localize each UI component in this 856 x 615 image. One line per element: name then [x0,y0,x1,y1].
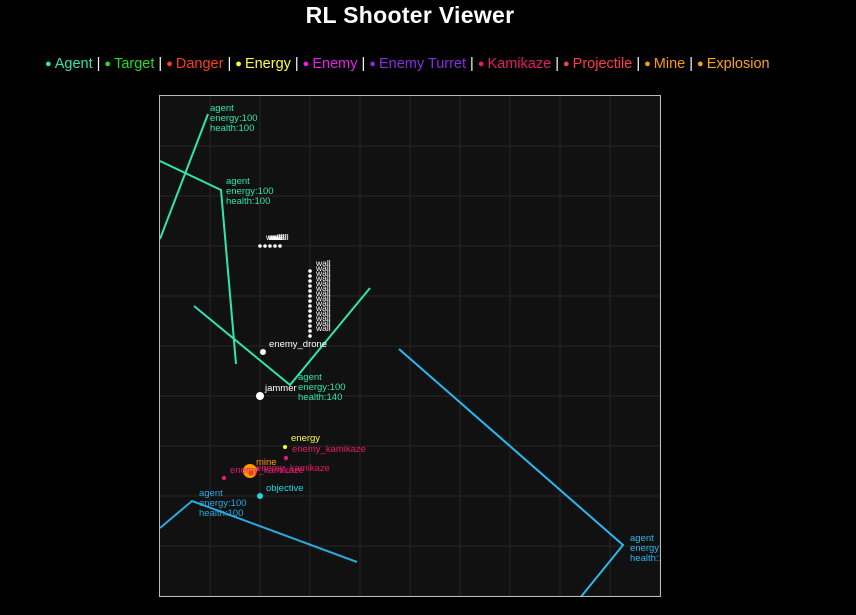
wall-marker [308,289,312,293]
wall-marker [278,244,282,248]
wall-marker [308,284,312,288]
legend-bullet-icon: ● [697,58,707,70]
wall-marker [308,304,312,308]
legend-label: Kamikaze [487,56,552,72]
legend-label: Agent [54,56,93,72]
wall-marker [308,274,312,278]
agent-label: health:100 [630,553,661,564]
entity-marker-enemy-kamikaze [221,475,227,481]
entity-label-objective: objective [266,483,304,494]
legend-separator: | [227,56,232,72]
legend-separator: | [689,56,694,72]
legend-label: Danger [175,56,224,72]
agent-label: health:140 [298,392,342,403]
wall-marker [263,244,267,248]
entity-marker-enemy-kamikaze [283,455,289,461]
legend-item-explosion: ● Explosion [697,56,770,72]
legend-label: Mine [653,56,686,72]
legend-label: Target [114,56,155,72]
legend-separator: | [555,56,559,72]
legend-separator: | [96,56,101,72]
agent-trail-line [160,499,358,563]
wall-marker [268,244,272,248]
legend-bullet-icon: ● [644,58,654,70]
entity-label-enemy-drone: enemy_drone [269,339,327,350]
agent-trail-line [398,348,625,596]
agent-label: health:100 [210,123,254,134]
legend-bullet-icon: ● [45,58,55,70]
legend-item-kamikaze: ● Kamikaze [478,56,551,72]
wall-marker [273,244,277,248]
entity-label-energy: energy [291,433,320,444]
wall-marker [308,314,312,318]
wall-marker [308,309,312,313]
legend-bullet-icon: ● [104,58,115,70]
legend-label: Energy [244,56,291,72]
agent-trail-line [160,160,237,365]
entity-marker-enemy-drone [260,349,266,355]
legend-label: Projectile [572,56,633,72]
legend-separator: | [361,56,366,72]
legend-bullet-icon: ● [562,58,573,70]
wall-label: wall [315,323,331,333]
entity-label-mine: mine [256,457,277,468]
entity-label-jammer: jammer [264,383,297,394]
wall-marker [308,319,312,323]
legend-item-projectile: ● Projectile [563,56,632,72]
legend-item-danger: ● Danger [166,56,223,72]
legend-separator: | [470,56,474,72]
agent-trail-line [160,113,209,240]
agent-trail-line [193,287,371,387]
agent-label: health:100 [199,508,243,519]
wall-marker [308,299,312,303]
legend-label: Enemy [312,56,358,72]
legend-bullet-icon: ● [477,58,488,70]
wall-marker [308,294,312,298]
wall-marker [308,324,312,328]
legend-item-target: ● Target [104,56,154,72]
wall-marker [308,269,312,273]
wall-marker [308,279,312,283]
legend-item-enemy-turret: ● Enemy Turret [369,56,466,72]
agent-label: health:100 [226,196,270,207]
legend-item-enemy: ● Enemy [303,56,358,72]
game-viewport[interactable]: agent energy:100 health:100 agent energy:100… [159,95,661,597]
wall-label: wall [273,232,289,242]
scene-canvas: agentenergy:100health:100agentenergy:100… [160,96,661,596]
entity-marker-jammer [256,392,264,400]
legend-separator: | [294,56,299,72]
wall-marker [308,334,312,338]
page-title: RL Shooter Viewer [305,2,515,28]
legend-bullet-icon: ● [302,58,313,70]
wall-marker [308,329,312,333]
legend-separator: | [636,56,641,72]
legend-label: Explosion [706,56,770,72]
legend-bullet-icon: ● [369,58,379,70]
entity-marker-energy [283,445,287,449]
legend-item-energy: ● Energy [235,56,291,72]
entity-label-enemy-kamikaze: enemy_kamikaze [292,444,366,455]
legend-item-agent: ● Agent [45,56,93,72]
legend-separator: | [158,56,163,72]
legend-bullet-icon: ● [235,58,245,70]
legend-label: Enemy Turret [379,56,467,72]
legend: ● Agent | ● Target | ● Danger | ● Energy | ● Ene… [45,56,770,72]
entity-marker-objective [257,493,263,499]
wall-marker [258,244,262,248]
legend-item-mine: ● Mine [644,56,685,72]
legend-bullet-icon: ● [166,58,176,70]
